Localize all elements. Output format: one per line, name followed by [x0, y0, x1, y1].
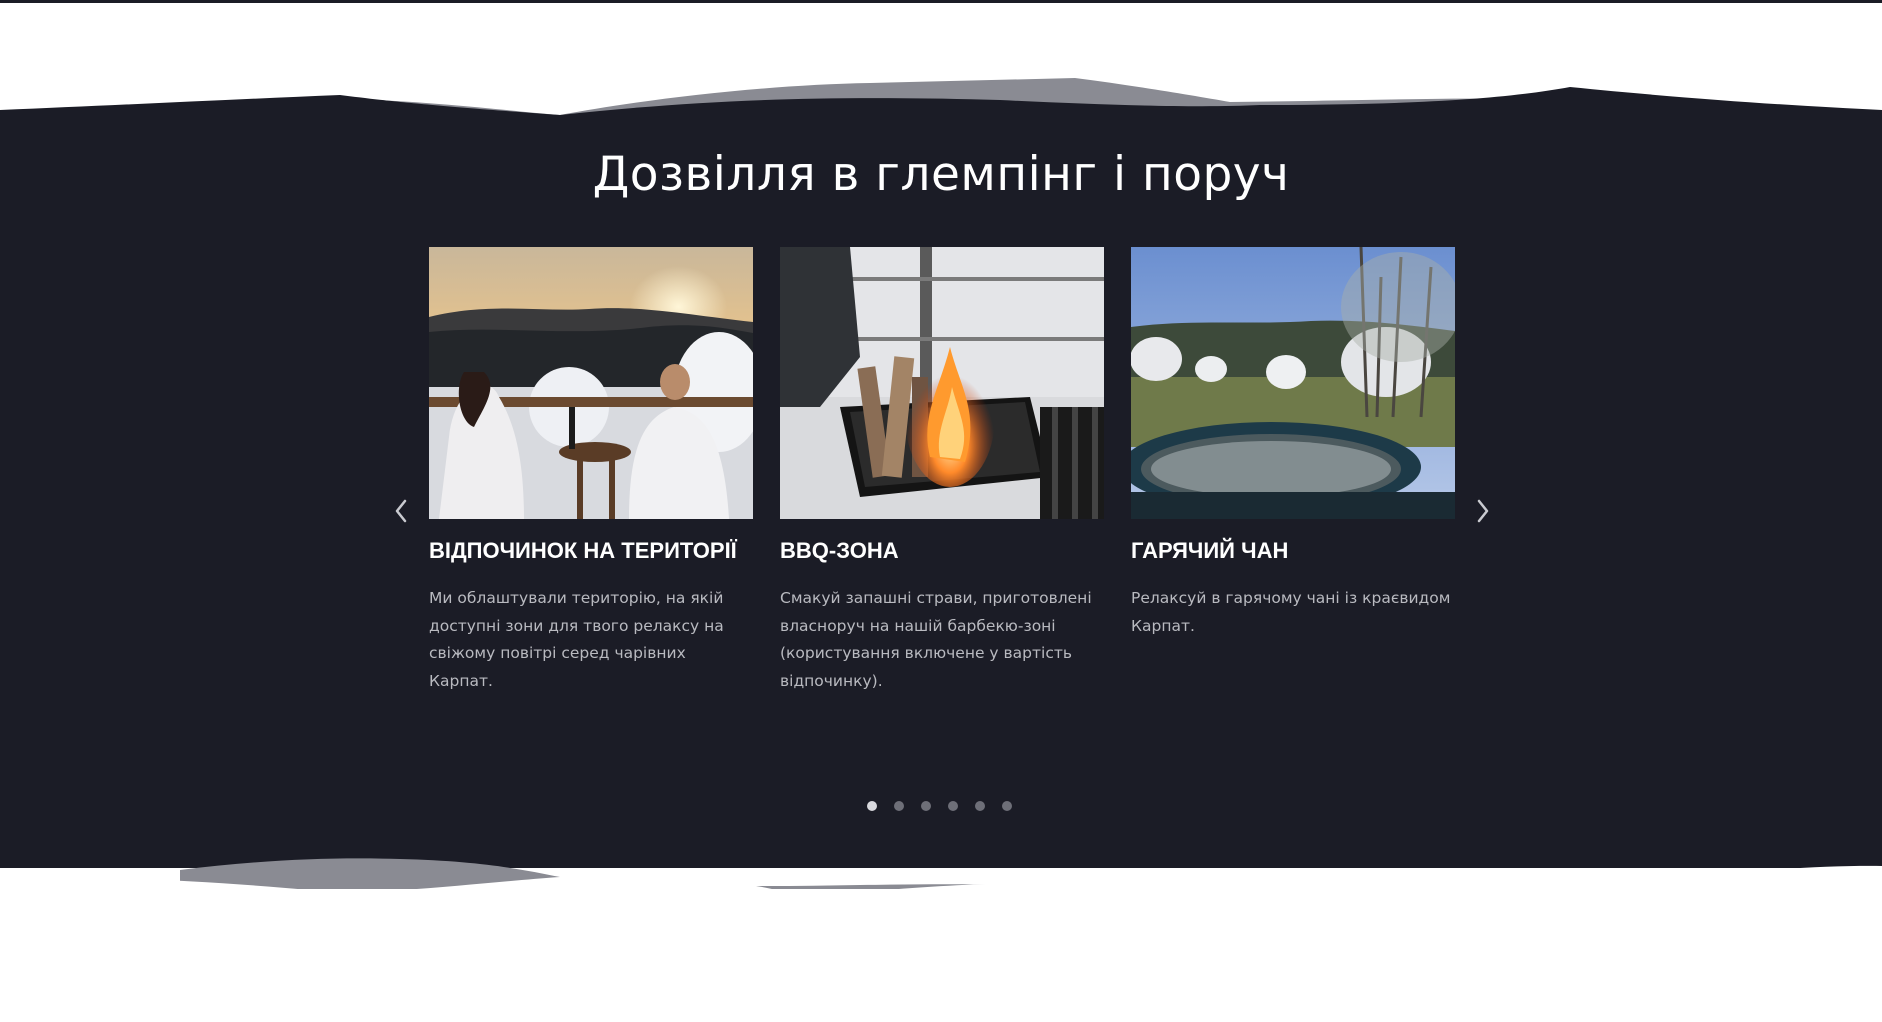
carousel-pagination — [867, 801, 1012, 813]
carousel-dot-4[interactable] — [948, 801, 958, 811]
card-description: Релаксуй в гарячому чані із краєвидом Ка… — [1131, 585, 1455, 640]
carousel-dot-1[interactable] — [867, 801, 877, 811]
card-description-line: власноруч на нашій барбекю-зоні — [780, 616, 1056, 635]
carousel-next-button[interactable] — [1468, 493, 1498, 529]
card-title: ВІДПОЧИНОК НА ТЕРИТОРІЇ — [429, 538, 737, 563]
card-title: BBQ-ЗОНА — [780, 538, 899, 563]
section-title: Дозвілля в глемпінг і поруч — [592, 147, 1290, 202]
card-description-line: (користування включене у вартість — [780, 644, 1073, 662]
carousel-dot-2[interactable] — [894, 801, 904, 811]
card-description-line: Карпат. — [1131, 616, 1195, 635]
carousel-dot-6[interactable] — [1002, 801, 1012, 811]
card-description-line: Ми облаштували територію, на якій — [429, 589, 724, 607]
bbq-fire-grill-photo — [780, 247, 1104, 519]
card-description: Ми облаштували територію, на якій доступ… — [429, 585, 753, 695]
card-description: Смакуй запашні страви, приготовлені влас… — [780, 585, 1104, 695]
carousel-dot-5[interactable] — [975, 801, 985, 811]
couple-on-terrace-sunset-photo — [429, 247, 753, 519]
card-description-line: доступні зони для твого релаксу на — [429, 616, 724, 635]
card-description-line: свіжому повітрі серед чарівних Карпат. — [429, 644, 686, 690]
chevron-left-icon — [395, 499, 407, 523]
bottom-wave-divider — [0, 858, 1882, 925]
carousel-card[interactable]: ГАРЯЧИЙ ЧАН Релаксуй в гарячому чані із … — [1131, 247, 1455, 640]
page: Дозвілля в глемпінг і поруч ВІДПОЧИНОК Н… — [0, 0, 1882, 1022]
chevron-right-icon — [1477, 499, 1489, 523]
carousel-card[interactable]: BBQ-ЗОНА Смакуй запашні страви, приготов… — [780, 247, 1104, 695]
carousel-prev-button[interactable] — [386, 493, 416, 529]
top-border — [0, 0, 1882, 3]
card-title: ГАРЯЧИЙ ЧАН — [1131, 538, 1289, 563]
card-description-line: відпочинку). — [780, 671, 883, 690]
carousel-card[interactable]: ВІДПОЧИНОК НА ТЕРИТОРІЇ Ми облаштували т… — [429, 247, 753, 695]
hot-tub-domes-photo — [1131, 247, 1455, 519]
card-description-line: Релаксуй в гарячому чані із краєвидом — [1131, 589, 1451, 607]
carousel-dot-3[interactable] — [921, 801, 931, 811]
card-description-line: Смакуй запашні страви, приготовлені — [780, 589, 1092, 607]
